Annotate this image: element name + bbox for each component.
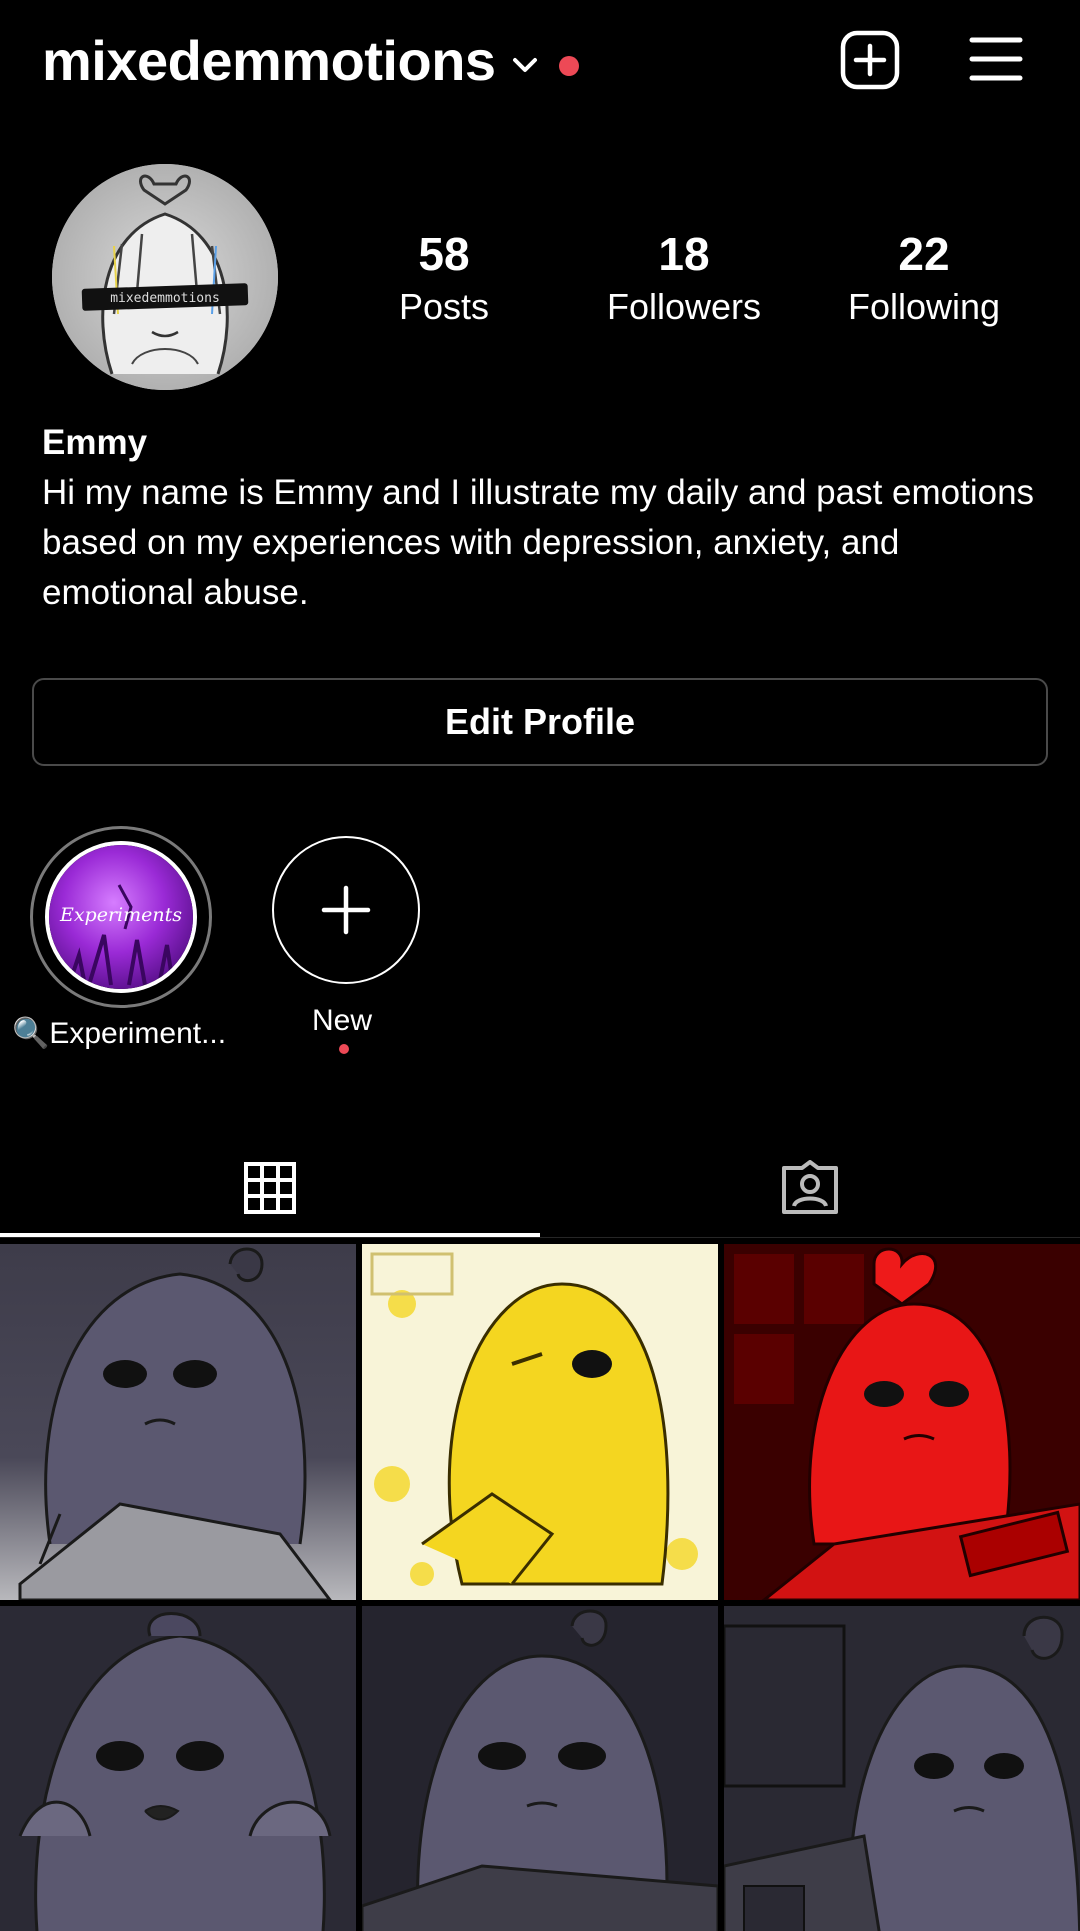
following-label: Following bbox=[847, 286, 1001, 327]
post-thumbnail[interactable] bbox=[362, 1606, 718, 1931]
tab-divider bbox=[0, 1237, 1080, 1238]
post-thumbnail[interactable] bbox=[724, 1244, 1080, 1600]
tab-tagged[interactable] bbox=[540, 1140, 1080, 1236]
posts-count: 58 bbox=[418, 228, 470, 280]
stat-followers[interactable]: 18 Followers bbox=[584, 226, 784, 330]
post-thumbnail[interactable] bbox=[0, 1244, 356, 1600]
tagged-icon bbox=[782, 1160, 838, 1214]
grid-icon bbox=[244, 1162, 296, 1214]
new-highlight-label: New bbox=[312, 1004, 373, 1037]
tab-posts-grid[interactable] bbox=[0, 1140, 540, 1236]
plus-icon bbox=[321, 885, 371, 935]
posts-label: Posts bbox=[398, 286, 490, 327]
stat-following[interactable]: 22 Following bbox=[824, 226, 1024, 330]
profile-avatar[interactable]: mixedemmotions bbox=[52, 164, 278, 390]
highlight-cover: Experiments bbox=[45, 841, 197, 993]
svg-text:mixedemmotions: mixedemmotions bbox=[110, 291, 220, 306]
stat-posts[interactable]: 58 Posts bbox=[344, 226, 544, 330]
menu-icon[interactable] bbox=[968, 34, 1024, 84]
new-highlight-circle[interactable] bbox=[272, 836, 420, 984]
bio-text: Hi my name is Emmy and I illustrate my d… bbox=[42, 473, 1035, 612]
followers-label: Followers bbox=[606, 286, 762, 327]
highlight-cover-text: Experiments bbox=[59, 904, 182, 926]
profile-tabs bbox=[0, 1140, 1080, 1240]
chevron-down-icon[interactable] bbox=[508, 48, 542, 82]
username-switcher[interactable]: mixedemmotions bbox=[42, 26, 496, 96]
edit-profile-button[interactable]: Edit Profile bbox=[32, 678, 1048, 766]
notification-dot bbox=[559, 56, 579, 76]
following-count: 22 bbox=[898, 228, 950, 280]
highlight-experiments[interactable]: Experiments 🔍Experiment... bbox=[12, 826, 226, 1050]
add-post-icon[interactable] bbox=[840, 30, 900, 90]
display-name: Emmy bbox=[42, 423, 148, 462]
highlight-label: 🔍Experiment... bbox=[12, 1017, 227, 1050]
post-thumbnail[interactable] bbox=[0, 1606, 356, 1931]
new-indicator-dot bbox=[339, 1044, 349, 1054]
post-thumbnail[interactable] bbox=[724, 1606, 1080, 1931]
post-thumbnail[interactable] bbox=[362, 1244, 718, 1600]
highlight-new[interactable]: New bbox=[272, 836, 420, 1054]
profile-header: mixedemmotions bbox=[0, 0, 1080, 120]
followers-count: 18 bbox=[658, 228, 710, 280]
highlight-ring: Experiments bbox=[30, 826, 212, 1008]
